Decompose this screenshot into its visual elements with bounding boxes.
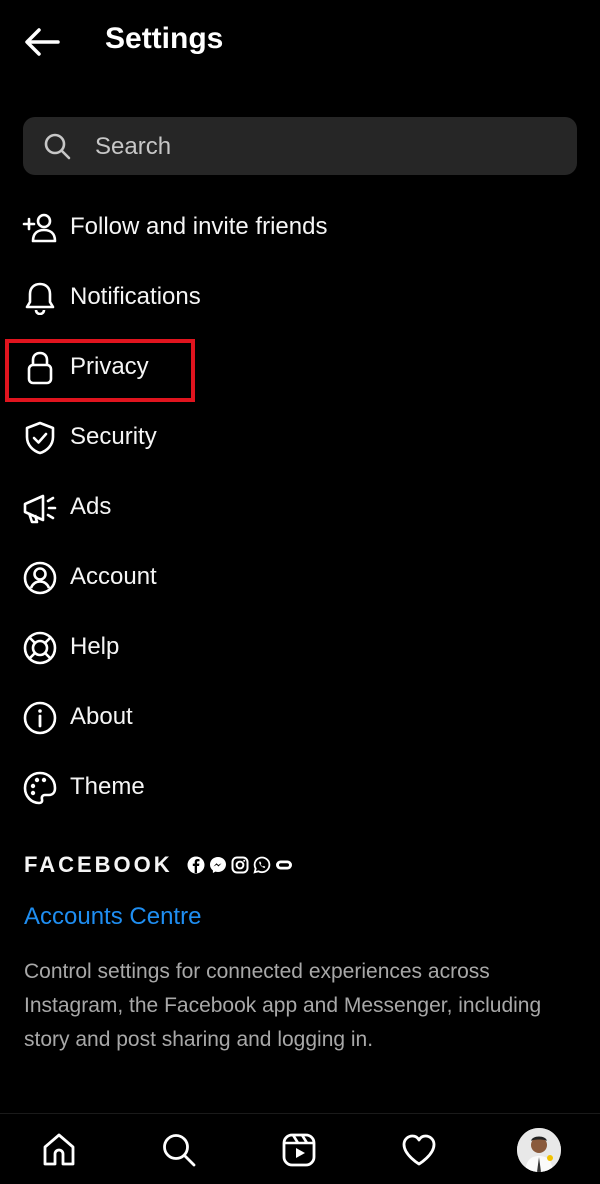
megaphone-icon [22, 490, 58, 526]
menu-item-security[interactable]: Security [0, 403, 600, 473]
facebook-brand: FACEBOOK [24, 852, 173, 877]
reels-button[interactable] [280, 1131, 318, 1169]
menu-item-label: About [70, 703, 133, 730]
back-button[interactable] [22, 24, 62, 60]
menu-item-label: Security [70, 423, 157, 450]
page-title: Settings [105, 22, 224, 55]
menu-item-label: Help [70, 633, 120, 660]
home-button[interactable] [40, 1131, 78, 1169]
bell-icon [22, 280, 58, 316]
menu-item-help[interactable]: Help [0, 613, 600, 683]
search-icon [44, 133, 71, 160]
user-circle-icon [22, 560, 58, 596]
facebook-section-header: FACEBOOK [24, 852, 293, 878]
search-bar[interactable] [23, 117, 577, 177]
instagram-icon [231, 856, 249, 874]
search-input[interactable] [93, 117, 557, 177]
home-icon [43, 1133, 75, 1166]
heart-icon [402, 1134, 436, 1166]
menu-item-about[interactable]: About [0, 683, 600, 753]
search-nav-button[interactable] [160, 1131, 198, 1169]
lifebuoy-icon [22, 630, 58, 666]
portal-icon [275, 856, 293, 874]
menu-item-label: Theme [70, 773, 145, 800]
menu-item-follow-invite[interactable]: Follow and invite friends [0, 193, 600, 263]
settings-menu: Follow and invite friends Notifications … [0, 193, 600, 823]
menu-item-label: Follow and invite friends [70, 213, 328, 240]
bottom-navigation [0, 1113, 600, 1184]
palette-icon [22, 770, 58, 806]
profile-avatar[interactable] [517, 1128, 561, 1172]
highlight-box [5, 339, 195, 402]
whatsapp-icon [253, 856, 271, 874]
menu-item-account[interactable]: Account [0, 543, 600, 613]
accounts-centre-link[interactable]: Accounts Centre [24, 903, 201, 931]
menu-item-notifications[interactable]: Notifications [0, 263, 600, 333]
menu-item-label: Notifications [70, 283, 201, 310]
activity-button[interactable] [400, 1131, 438, 1169]
accounts-centre-description: Control settings for connected experienc… [24, 960, 542, 1051]
menu-item-label: Ads [70, 493, 112, 520]
messenger-icon [209, 856, 227, 874]
arrow-left-icon [25, 28, 60, 56]
menu-item-theme[interactable]: Theme [0, 753, 600, 823]
add-person-icon [22, 210, 58, 246]
info-icon [22, 700, 58, 736]
meta-apps-icons [187, 856, 293, 874]
menu-item-label: Account [70, 563, 157, 590]
header: Settings [0, 0, 600, 86]
reels-icon [282, 1133, 316, 1167]
facebook-icon [187, 856, 205, 874]
avatar-image [517, 1128, 561, 1172]
menu-item-ads[interactable]: Ads [0, 473, 600, 543]
search-icon [163, 1134, 196, 1167]
shield-check-icon [22, 420, 58, 456]
